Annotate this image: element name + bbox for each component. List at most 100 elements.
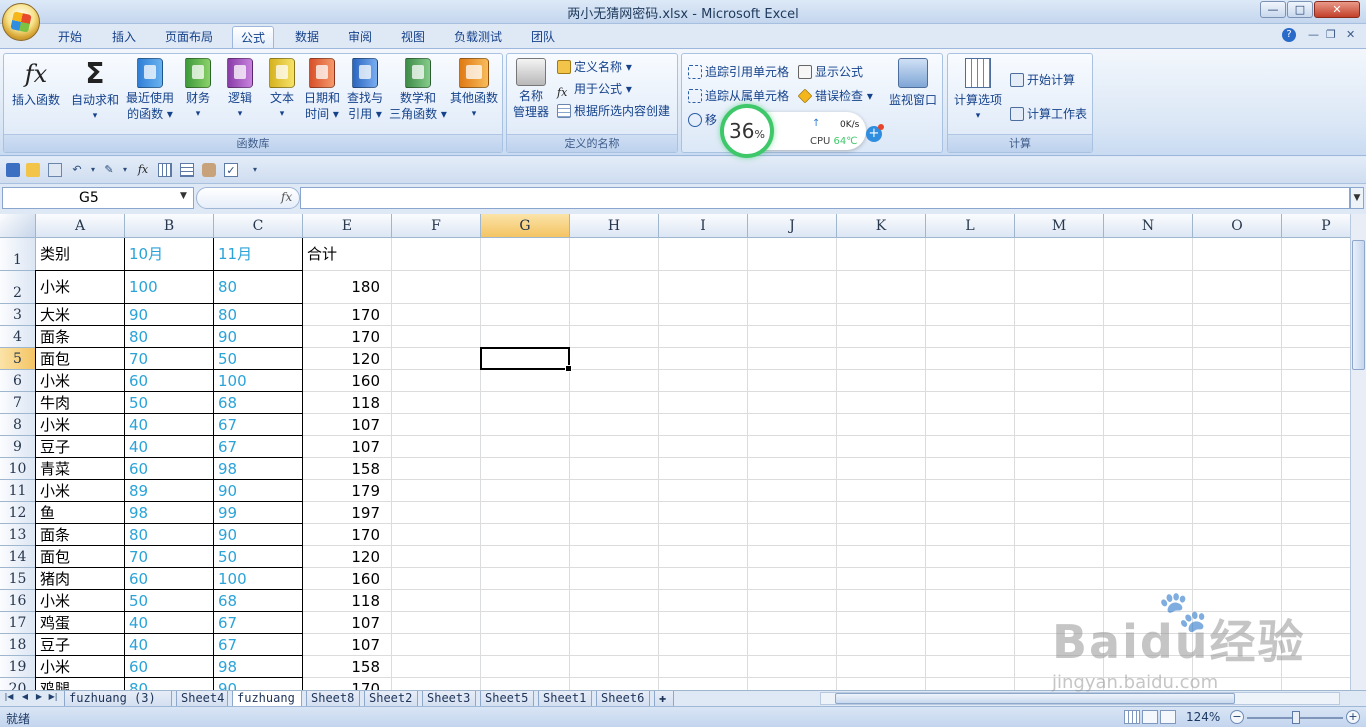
next-sheet-icon[interactable]: ▶ — [32, 692, 46, 701]
page-layout-view-icon[interactable] — [1142, 710, 1158, 724]
tab-team[interactable]: 团队 — [523, 26, 563, 48]
save-icon[interactable] — [6, 163, 20, 177]
maximize-button[interactable]: □ — [1287, 1, 1313, 18]
math-trig-button[interactable]: 数学和 三角函数 ▾ — [388, 58, 448, 122]
column-header-i[interactable]: I — [659, 214, 748, 238]
grid-icon[interactable] — [158, 163, 172, 177]
cell-e12[interactable]: 197 — [303, 502, 392, 524]
column-header-g[interactable]: G — [481, 214, 570, 238]
formula-bar-expand-icon[interactable]: ▼ — [1350, 187, 1364, 209]
tab-view[interactable]: 视图 — [393, 26, 433, 48]
customize-toolbar-icon[interactable]: ▾ — [248, 163, 262, 177]
vertical-scroll-thumb[interactable] — [1352, 240, 1365, 370]
cell-a1[interactable]: 类别 — [36, 238, 125, 271]
prev-sheet-icon[interactable]: ◀ — [18, 692, 32, 701]
cpu-monitor-widget[interactable]: ↑ 0K/s CPU 64℃ + 36% — [720, 104, 884, 158]
use-in-formula-button[interactable]: fx 用于公式 ▾ — [557, 79, 632, 99]
remove-arrows-button[interactable]: 移 — [688, 110, 717, 130]
cell-e10[interactable]: 158 — [303, 458, 392, 480]
format-icon[interactable]: ✎ — [102, 163, 116, 177]
cell-e16[interactable]: 118 — [303, 590, 392, 612]
more-functions-button[interactable]: 其他函数 ▾ — [448, 58, 500, 122]
sheet-tab-fuzhuang-3[interactable]: fuzhuang (3) — [64, 691, 172, 707]
row-header-16[interactable]: 16 — [0, 590, 36, 612]
row-header-10[interactable]: 10 — [0, 458, 36, 480]
column-header-b[interactable]: B — [125, 214, 214, 238]
tab-load-test[interactable]: 负载测试 — [446, 26, 510, 48]
tab-home[interactable]: 开始 — [50, 26, 90, 48]
sheet-tab-sheet2[interactable]: Sheet2 — [364, 691, 418, 707]
row-header-5[interactable]: 5 — [0, 348, 36, 370]
cell-e18[interactable]: 107 — [303, 634, 392, 656]
tab-insert[interactable]: 插入 — [104, 26, 144, 48]
cell-e15[interactable]: 160 — [303, 568, 392, 590]
define-name-button[interactable]: 定义名称 ▾ — [557, 57, 632, 77]
column-header-o[interactable]: O — [1193, 214, 1282, 238]
financial-button[interactable]: 财务 ▾ — [180, 58, 216, 122]
cell-e13[interactable]: 170 — [303, 524, 392, 546]
cell-e20[interactable]: 170 — [303, 678, 392, 690]
fx-toolbar-icon[interactable]: fx — [136, 163, 150, 177]
sheet-tab-sheet6[interactable]: Sheet6 — [596, 691, 650, 707]
last-sheet-icon[interactable]: ▶| — [46, 692, 60, 701]
watch-window-button[interactable]: 监视窗口 — [886, 58, 940, 108]
print-preview-icon[interactable] — [48, 163, 62, 177]
minimize-button[interactable]: — — [1260, 1, 1286, 18]
name-manager-button[interactable]: 名称 管理器 — [511, 58, 551, 120]
calc-options-button[interactable]: 计算选项 ▾ — [950, 58, 1006, 124]
column-header-h[interactable]: H — [570, 214, 659, 238]
datetime-button[interactable]: 日期和 时间 ▾ — [302, 58, 342, 122]
undo-dropdown-icon[interactable]: ▾ — [86, 163, 100, 177]
normal-view-icon[interactable] — [1124, 710, 1140, 724]
ribbon-close-icon[interactable]: ✕ — [1346, 28, 1355, 41]
horizontal-scrollbar[interactable] — [820, 692, 1340, 705]
cell-e14[interactable]: 120 — [303, 546, 392, 568]
page-break-view-icon[interactable] — [1160, 710, 1176, 724]
column-header-l[interactable]: L — [926, 214, 1015, 238]
rows-icon[interactable] — [180, 163, 194, 177]
insert-function-button[interactable]: fx 插入函数 — [8, 58, 64, 108]
ribbon-restore-icon[interactable]: ❐ — [1326, 28, 1336, 41]
office-button[interactable] — [2, 3, 40, 41]
formula-input[interactable] — [300, 187, 1350, 209]
row-header-7[interactable]: 7 — [0, 392, 36, 414]
column-header-n[interactable]: N — [1104, 214, 1193, 238]
cell-b1[interactable]: 10月 — [125, 238, 214, 271]
row-header-11[interactable]: 11 — [0, 480, 36, 502]
row-header-4[interactable]: 4 — [0, 326, 36, 348]
cell-e8[interactable]: 107 — [303, 414, 392, 436]
row-header-18[interactable]: 18 — [0, 634, 36, 656]
row-header-13[interactable]: 13 — [0, 524, 36, 546]
text-button[interactable]: 文本 ▾ — [264, 58, 300, 122]
tab-page-layout[interactable]: 页面布局 — [157, 26, 221, 48]
zoom-slider-thumb[interactable] — [1292, 711, 1300, 724]
open-folder-icon[interactable] — [26, 163, 40, 177]
calc-now-button[interactable]: 开始计算 — [1010, 70, 1075, 90]
help-icon[interactable]: ? — [1282, 28, 1296, 42]
spelling-icon[interactable]: ✓ — [224, 163, 238, 177]
cell-e17[interactable]: 107 — [303, 612, 392, 634]
column-header-e[interactable]: E — [303, 214, 392, 238]
cell-e3[interactable]: 170 — [303, 304, 392, 326]
column-header-c[interactable]: C — [214, 214, 303, 238]
first-sheet-icon[interactable]: |◀ — [2, 692, 16, 701]
zoom-in-icon[interactable]: + — [1346, 710, 1360, 724]
zoom-out-icon[interactable]: − — [1230, 710, 1244, 724]
row-header-19[interactable]: 19 — [0, 656, 36, 678]
row-header-2[interactable]: 2 — [0, 271, 36, 304]
column-header-a[interactable]: A — [36, 214, 125, 238]
tab-review[interactable]: 审阅 — [340, 26, 380, 48]
sheet-tab-sheet5[interactable]: Sheet5 — [480, 691, 534, 707]
lookup-reference-button[interactable]: 查找与 引用 ▾ — [344, 58, 386, 122]
logical-button[interactable]: 逻辑 ▾ — [222, 58, 258, 122]
name-box-dropdown-icon[interactable]: ▼ — [180, 191, 187, 201]
cell-e2[interactable]: 180 — [303, 271, 392, 304]
row-header-15[interactable]: 15 — [0, 568, 36, 590]
row-header-20[interactable]: 20 — [0, 678, 36, 690]
row-header-8[interactable]: 8 — [0, 414, 36, 436]
format-dropdown-icon[interactable]: ▾ — [118, 163, 132, 177]
tab-formulas[interactable]: 公式 — [232, 26, 275, 48]
vertical-scrollbar[interactable] — [1350, 214, 1366, 690]
cell-e11[interactable]: 179 — [303, 480, 392, 502]
sheet-tab-sheet4[interactable]: Sheet4 — [176, 691, 228, 707]
